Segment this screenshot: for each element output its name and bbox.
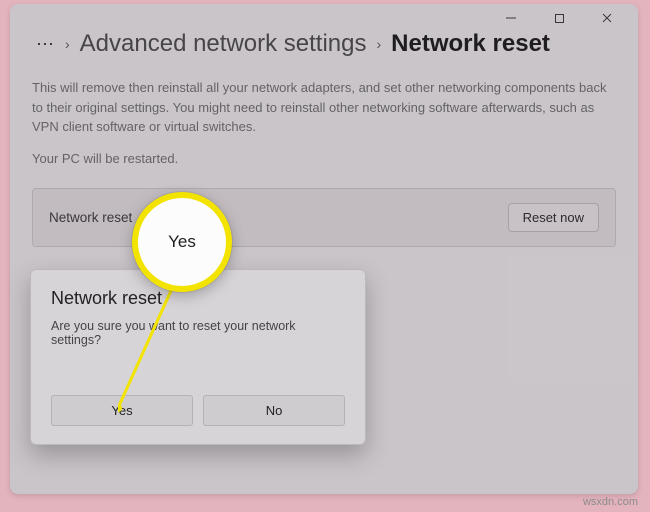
no-button[interactable]: No bbox=[203, 395, 345, 426]
dialog-title: Network reset bbox=[51, 288, 345, 309]
confirm-dialog: Network reset Are you sure you want to r… bbox=[30, 269, 366, 445]
yes-button[interactable]: Yes bbox=[51, 395, 193, 426]
settings-window: ⋯ › Advanced network settings › Network … bbox=[10, 4, 638, 494]
dialog-actions: Yes No bbox=[51, 395, 345, 426]
callout-label: Yes bbox=[168, 232, 196, 252]
watermark: wsxdn.com bbox=[583, 496, 638, 508]
callout-highlight: Yes bbox=[132, 192, 232, 292]
dialog-message: Are you sure you want to reset your netw… bbox=[51, 319, 345, 347]
